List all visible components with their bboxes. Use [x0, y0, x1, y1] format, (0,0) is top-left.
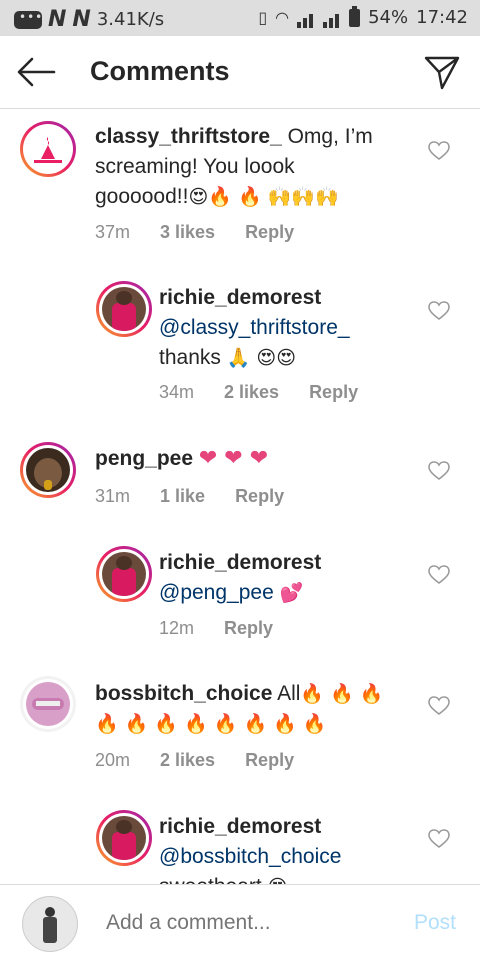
status-bar: N N 3.41K/s ▯ ◠ 54% 17:42 — [0, 0, 480, 36]
mention-link[interactable]: @peng_pee — [159, 581, 274, 604]
likes-count[interactable]: 2 likes — [224, 382, 279, 403]
comment-input[interactable] — [106, 911, 376, 935]
n-notification-icon: N — [72, 7, 91, 32]
battery-level: 54% — [368, 7, 409, 28]
comment-text: bossbitch_choice All🔥 🔥 🔥 🔥 🔥 🔥 🔥 🔥 🔥 🔥 … — [95, 682, 384, 735]
comment-text: richie_demorest @classy_thriftstore_ tha… — [159, 286, 350, 369]
comment-composer: Post — [0, 884, 480, 961]
avatar[interactable] — [96, 281, 152, 337]
emoji: 😍🔥 🔥 🙌🙌🙌 — [188, 186, 339, 208]
signal-icon — [297, 7, 315, 28]
avatar[interactable] — [20, 121, 76, 177]
emoji: 💕 — [279, 582, 304, 604]
n-notification-icon: N — [48, 7, 67, 32]
direct-send-icon[interactable] — [422, 52, 462, 92]
likes-count[interactable]: 1 like — [160, 486, 205, 507]
likes-count[interactable]: 3 likes — [160, 222, 215, 243]
wifi-icon: ◠ — [275, 8, 290, 27]
username[interactable]: richie_demorest — [159, 551, 321, 574]
username[interactable]: richie_demorest — [159, 286, 321, 309]
emoji: 🙏 😍😍 — [226, 347, 297, 369]
username[interactable]: classy_thriftstore_ — [95, 125, 282, 148]
comment-text: richie_demorest @peng_pee 💕 — [159, 548, 409, 608]
username[interactable]: richie_demorest — [159, 815, 321, 838]
reply-button[interactable]: Reply — [245, 750, 294, 771]
signal-icon — [323, 7, 341, 28]
avatar[interactable] — [22, 896, 78, 952]
battery-icon — [349, 5, 361, 27]
heart-icon[interactable] — [428, 565, 450, 585]
heart-icon[interactable] — [428, 829, 450, 849]
heart-icon[interactable] — [428, 696, 450, 716]
avatar[interactable] — [96, 810, 152, 866]
network-speed: 3.41K/s — [96, 9, 165, 30]
comment-time: 37m — [95, 222, 131, 242]
heart-icon[interactable] — [428, 141, 450, 161]
emoji: 😍 — [268, 876, 288, 884]
back-arrow-icon[interactable] — [16, 54, 56, 90]
vibrate-icon: ▯ — [258, 8, 268, 27]
mention-link[interactable]: @classy_thriftstore_ — [159, 316, 350, 339]
comment-time: 31m — [95, 486, 131, 506]
avatar[interactable] — [20, 676, 76, 732]
comment-time: 34m — [159, 382, 195, 402]
heart-icon[interactable] — [428, 461, 450, 481]
store-logo-icon — [34, 137, 62, 163]
post-button[interactable]: Post — [414, 911, 456, 935]
comment-time: 12m — [159, 618, 195, 638]
comment-text: classy_thriftstore_ Omg, I’m screaming! … — [95, 125, 373, 208]
message-icon — [14, 10, 43, 29]
reply-button[interactable]: Reply — [245, 222, 294, 243]
mention-link[interactable]: @bossbitch_choice — [159, 845, 341, 868]
comment-text: peng_pee ❤ ❤ ❤ — [95, 444, 385, 474]
header: Comments — [0, 36, 480, 109]
page-title: Comments — [90, 56, 230, 86]
clock: 17:42 — [416, 7, 468, 28]
username[interactable]: peng_pee — [95, 447, 193, 470]
reply-button[interactable]: Reply — [235, 486, 284, 507]
username[interactable]: bossbitch_choice — [95, 682, 272, 705]
comment-time: 20m — [95, 750, 131, 770]
heart-icon[interactable] — [428, 301, 450, 321]
avatar[interactable] — [20, 442, 76, 498]
reply-button[interactable]: Reply — [224, 618, 273, 639]
heart-emoji: ❤ ❤ ❤ — [198, 446, 269, 471]
avatar[interactable] — [96, 546, 152, 602]
likes-count[interactable]: 2 likes — [160, 750, 215, 771]
reply-button[interactable]: Reply — [309, 382, 358, 403]
comment-text: richie_demorest @bossbitch_choice sweeth… — [159, 812, 409, 884]
comments-list[interactable]: classy_thriftstore_ Omg, I’m screaming! … — [0, 109, 480, 884]
